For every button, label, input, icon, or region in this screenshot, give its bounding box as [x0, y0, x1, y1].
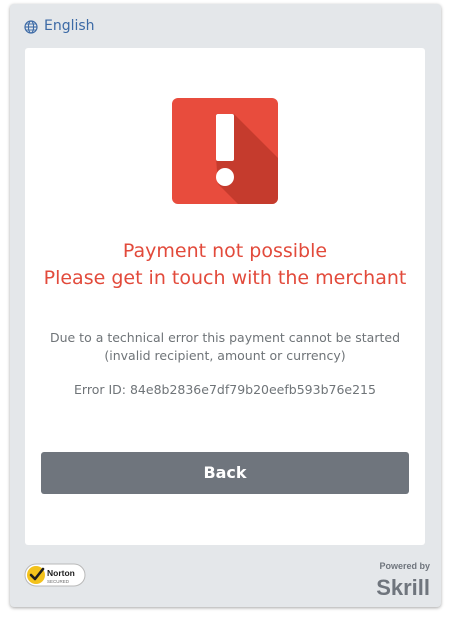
globe-icon [24, 19, 38, 34]
payment-frame: English Payment not possible Please get … [10, 4, 441, 607]
svg-text:Skrill: Skrill [376, 575, 430, 599]
language-label[interactable]: English [44, 18, 95, 34]
error-description-line1: Due to a technical error this payment ca… [49, 330, 401, 345]
powered-by-skrill-logo: Powered by Skrill [356, 559, 431, 600]
svg-text:Norton: Norton [47, 568, 75, 578]
error-card: Payment not possible Please get in touch… [25, 48, 425, 545]
norton-secured-logo: Norton SECURED [24, 560, 86, 590]
error-description-line2: (invalid recipient, amount or currency) [104, 348, 346, 363]
svg-text:Powered by: Powered by [379, 561, 430, 571]
svg-text:SECURED: SECURED [47, 579, 70, 584]
exclamation-icon [172, 98, 278, 204]
language-selector[interactable]: English [24, 18, 95, 34]
error-id: Error ID: 84e8b2836e7df79b20eefb593b76e2… [74, 382, 376, 397]
error-subtitle: Please get in touch with the merchant [43, 267, 407, 289]
back-button[interactable]: Back [41, 452, 409, 494]
error-title: Payment not possible [122, 240, 328, 262]
error-description: Due to a technical error this payment ca… [45, 329, 405, 365]
